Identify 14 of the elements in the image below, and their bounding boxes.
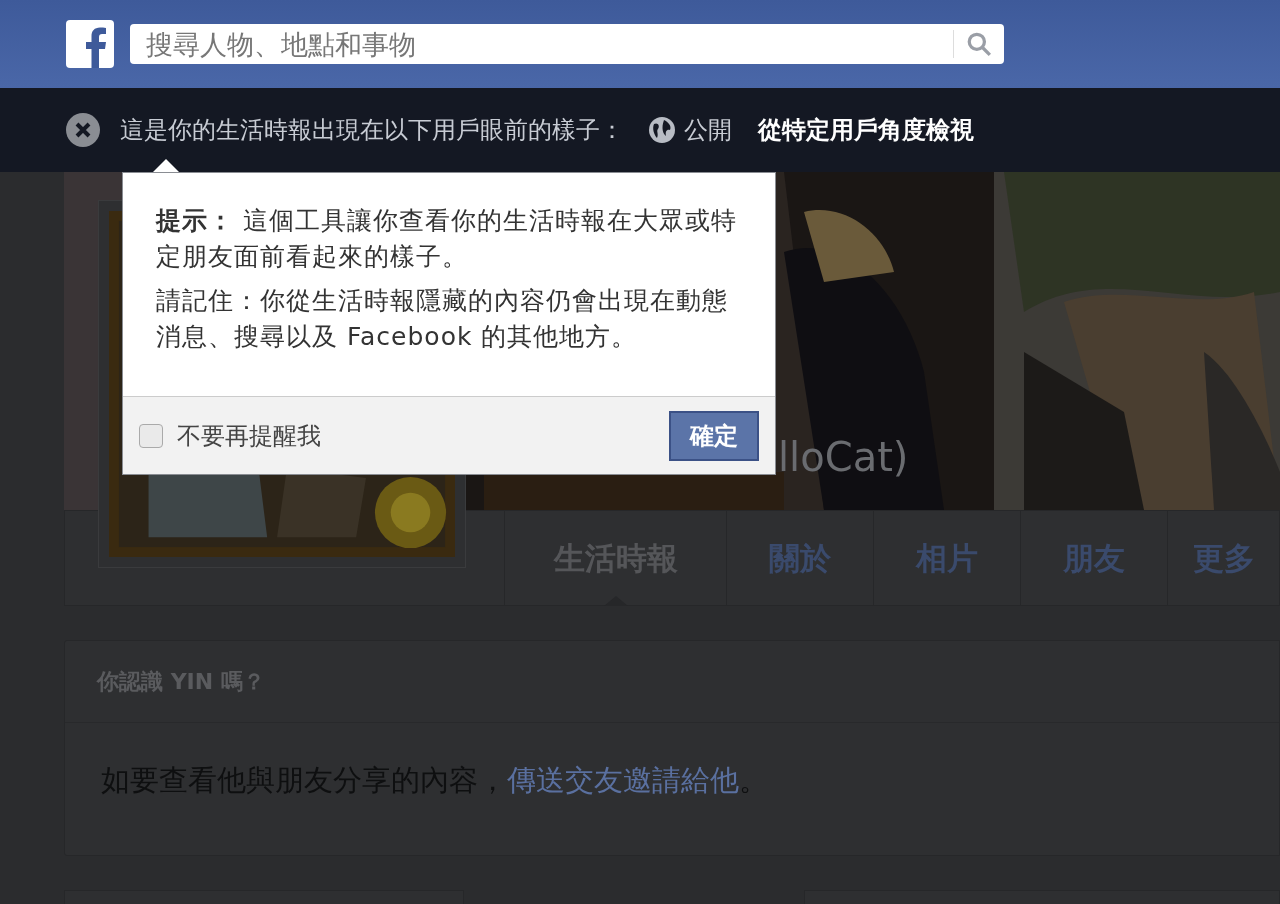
search-button[interactable] xyxy=(953,24,1004,64)
close-icon[interactable] xyxy=(66,113,100,147)
logo-icon xyxy=(66,20,114,68)
audience-label: 公開 xyxy=(684,115,732,146)
send-friend-request-link[interactable]: 傳送交友邀請給他 xyxy=(507,763,739,797)
profile-tab[interactable]: 相片 xyxy=(873,511,1020,605)
profile-tab[interactable]: 朋友 xyxy=(1020,511,1167,605)
view-as-link[interactable]: 從特定用戶角度檢視 xyxy=(758,112,974,148)
profile-tab[interactable]: 關於 xyxy=(726,511,873,605)
profile-tab[interactable]: 更多 xyxy=(1167,511,1279,605)
view-as-message: 這是你的生活時報出現在以下用戶眼前的樣子： xyxy=(120,115,624,146)
search-icon xyxy=(966,31,992,57)
globe-icon xyxy=(648,116,676,144)
search-field[interactable]: 搜尋人物、地點和事物 xyxy=(130,24,953,64)
